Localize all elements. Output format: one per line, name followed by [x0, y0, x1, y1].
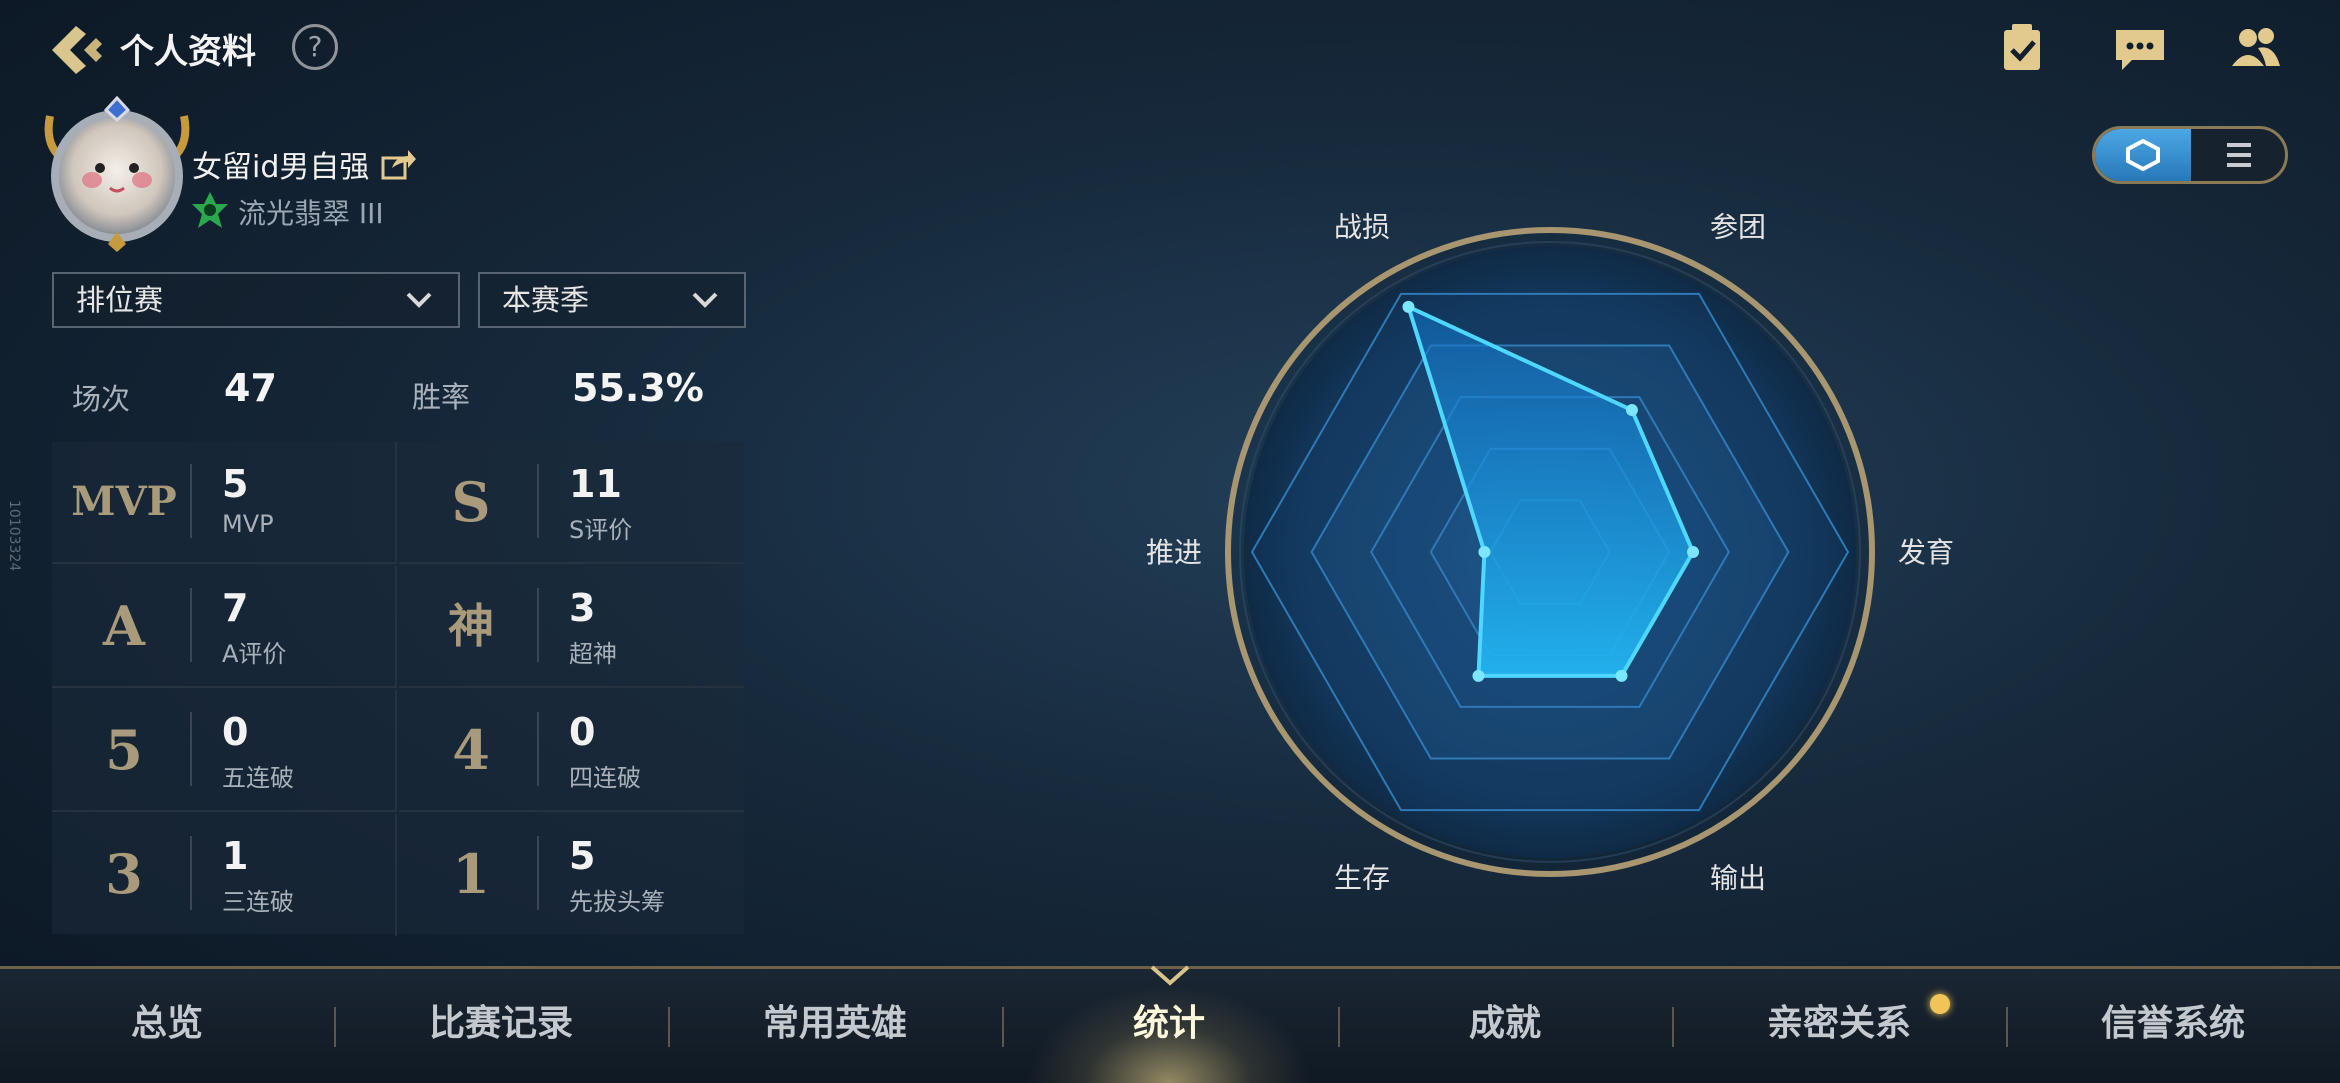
radar-point — [1472, 669, 1485, 682]
rank-emblem-icon — [190, 190, 230, 230]
stat-godlike: 神 3 超神 — [399, 566, 744, 688]
radar-axis-label: 参团 — [1710, 210, 1766, 243]
stat-first-blood: 1 5 先拔头筹 — [399, 814, 744, 936]
winrate-value: 55.3% — [572, 366, 704, 410]
stat-value: 0 — [569, 710, 596, 754]
stat-label: A评价 — [222, 640, 287, 668]
radar-axis-label: 推进 — [1146, 536, 1202, 569]
radar-point — [1687, 546, 1700, 558]
radar-axis-label: 战损 — [1334, 210, 1390, 243]
divider — [537, 464, 539, 538]
radar-point — [1615, 669, 1628, 682]
radar-chart: 战损 参团发育输出 生存 推进 — [1146, 210, 1954, 895]
stat-s: S 11 S评价 — [399, 442, 744, 564]
friends-icon[interactable] — [2228, 22, 2280, 74]
stat-triple: 3 1 三连破 — [52, 814, 397, 936]
penta-badge-icon: 5 — [105, 718, 143, 782]
mode-dropdown[interactable]: 排位赛 — [52, 272, 460, 328]
divider — [190, 464, 192, 538]
stat-value: 11 — [569, 462, 622, 506]
tab-achievements[interactable]: 成就 — [1338, 969, 1672, 1083]
stat-quadra: 4 0 四连破 — [399, 690, 744, 812]
list-icon[interactable] — [2221, 139, 2257, 171]
stat-value: 3 — [569, 586, 596, 630]
stat-label: MVP — [222, 510, 274, 538]
first-blood-badge-icon: 1 — [452, 842, 490, 906]
hexagon-icon — [2126, 139, 2160, 171]
stat-label: 先拔头筹 — [569, 888, 665, 916]
tab-reputation[interactable]: 信誉系统 — [2006, 969, 2340, 1083]
chat-icon[interactable] — [2112, 22, 2164, 74]
player-name: 女留id男自强 — [192, 150, 370, 185]
stat-value: 7 — [222, 586, 249, 630]
divider — [537, 836, 539, 910]
tab-match-history[interactable]: 比赛记录 — [334, 969, 668, 1083]
radar-axis-label: 生存 — [1334, 862, 1390, 895]
season-dropdown-value: 本赛季 — [502, 283, 590, 317]
notification-dot — [1930, 994, 1950, 1014]
stat-a: A 7 A评价 — [52, 566, 397, 688]
a-badge-icon: A — [103, 594, 145, 658]
stat-label: S评价 — [569, 516, 633, 544]
stat-value: 5 — [569, 834, 596, 878]
tab-heroes[interactable]: 常用英雄 — [668, 969, 1002, 1083]
radar-axis-label: 发育 — [1898, 536, 1954, 569]
radar-point — [1625, 404, 1638, 417]
tab-overview[interactable]: 总览 — [0, 969, 334, 1083]
stat-label: 三连破 — [222, 888, 294, 916]
tab-relationships[interactable]: 亲密关系 — [1672, 969, 2006, 1083]
rank-label: 流光翡翠 III — [238, 197, 384, 230]
stats-grid: MVP 5 MVP S 11 S评价 A 7 A评价 神 3 超神 5 0 五连… — [52, 442, 744, 936]
page-title: 个人资料 — [120, 32, 256, 72]
stat-value: 5 — [222, 462, 249, 506]
radar-point — [1478, 546, 1491, 558]
stat-label: 四连破 — [569, 764, 641, 792]
stat-label: 超神 — [569, 640, 617, 668]
chevron-down-icon — [692, 292, 718, 308]
side-id: 10103324 — [6, 500, 22, 572]
divider — [190, 836, 192, 910]
share-icon[interactable] — [380, 146, 416, 182]
season-dropdown[interactable]: 本赛季 — [478, 272, 746, 328]
checklist-icon[interactable] — [1996, 22, 2048, 74]
back-arrow-icon — [52, 26, 102, 74]
radar-point — [1402, 300, 1415, 313]
stat-label: 五连破 — [222, 764, 294, 792]
divider — [537, 588, 539, 662]
quadra-badge-icon: 4 — [452, 718, 490, 782]
stat-value: 1 — [222, 834, 249, 878]
avatar[interactable] — [44, 95, 190, 252]
active-tab-indicator-icon — [1150, 965, 1190, 986]
divider — [537, 712, 539, 786]
chevron-down-icon — [406, 292, 432, 308]
games-value: 47 — [224, 366, 277, 410]
view-toggle[interactable] — [2092, 126, 2288, 184]
s-badge-icon: S — [451, 470, 491, 534]
mode-dropdown-value: 排位赛 — [76, 283, 164, 317]
divider — [190, 588, 192, 662]
divider — [190, 712, 192, 786]
triple-badge-icon: 3 — [105, 842, 143, 906]
winrate-label: 胜率 — [412, 380, 471, 414]
stat-value: 0 — [222, 710, 249, 754]
stat-mvp: MVP 5 MVP — [52, 442, 397, 564]
radar-axis-label: 输出 — [1710, 862, 1766, 895]
back-button[interactable] — [44, 22, 104, 78]
godlike-badge-icon: 神 — [448, 599, 494, 653]
mvp-badge-icon: MVP — [71, 478, 177, 525]
help-icon[interactable]: ? — [292, 24, 338, 70]
games-label: 场次 — [72, 382, 131, 416]
stat-penta: 5 0 五连破 — [52, 690, 397, 812]
